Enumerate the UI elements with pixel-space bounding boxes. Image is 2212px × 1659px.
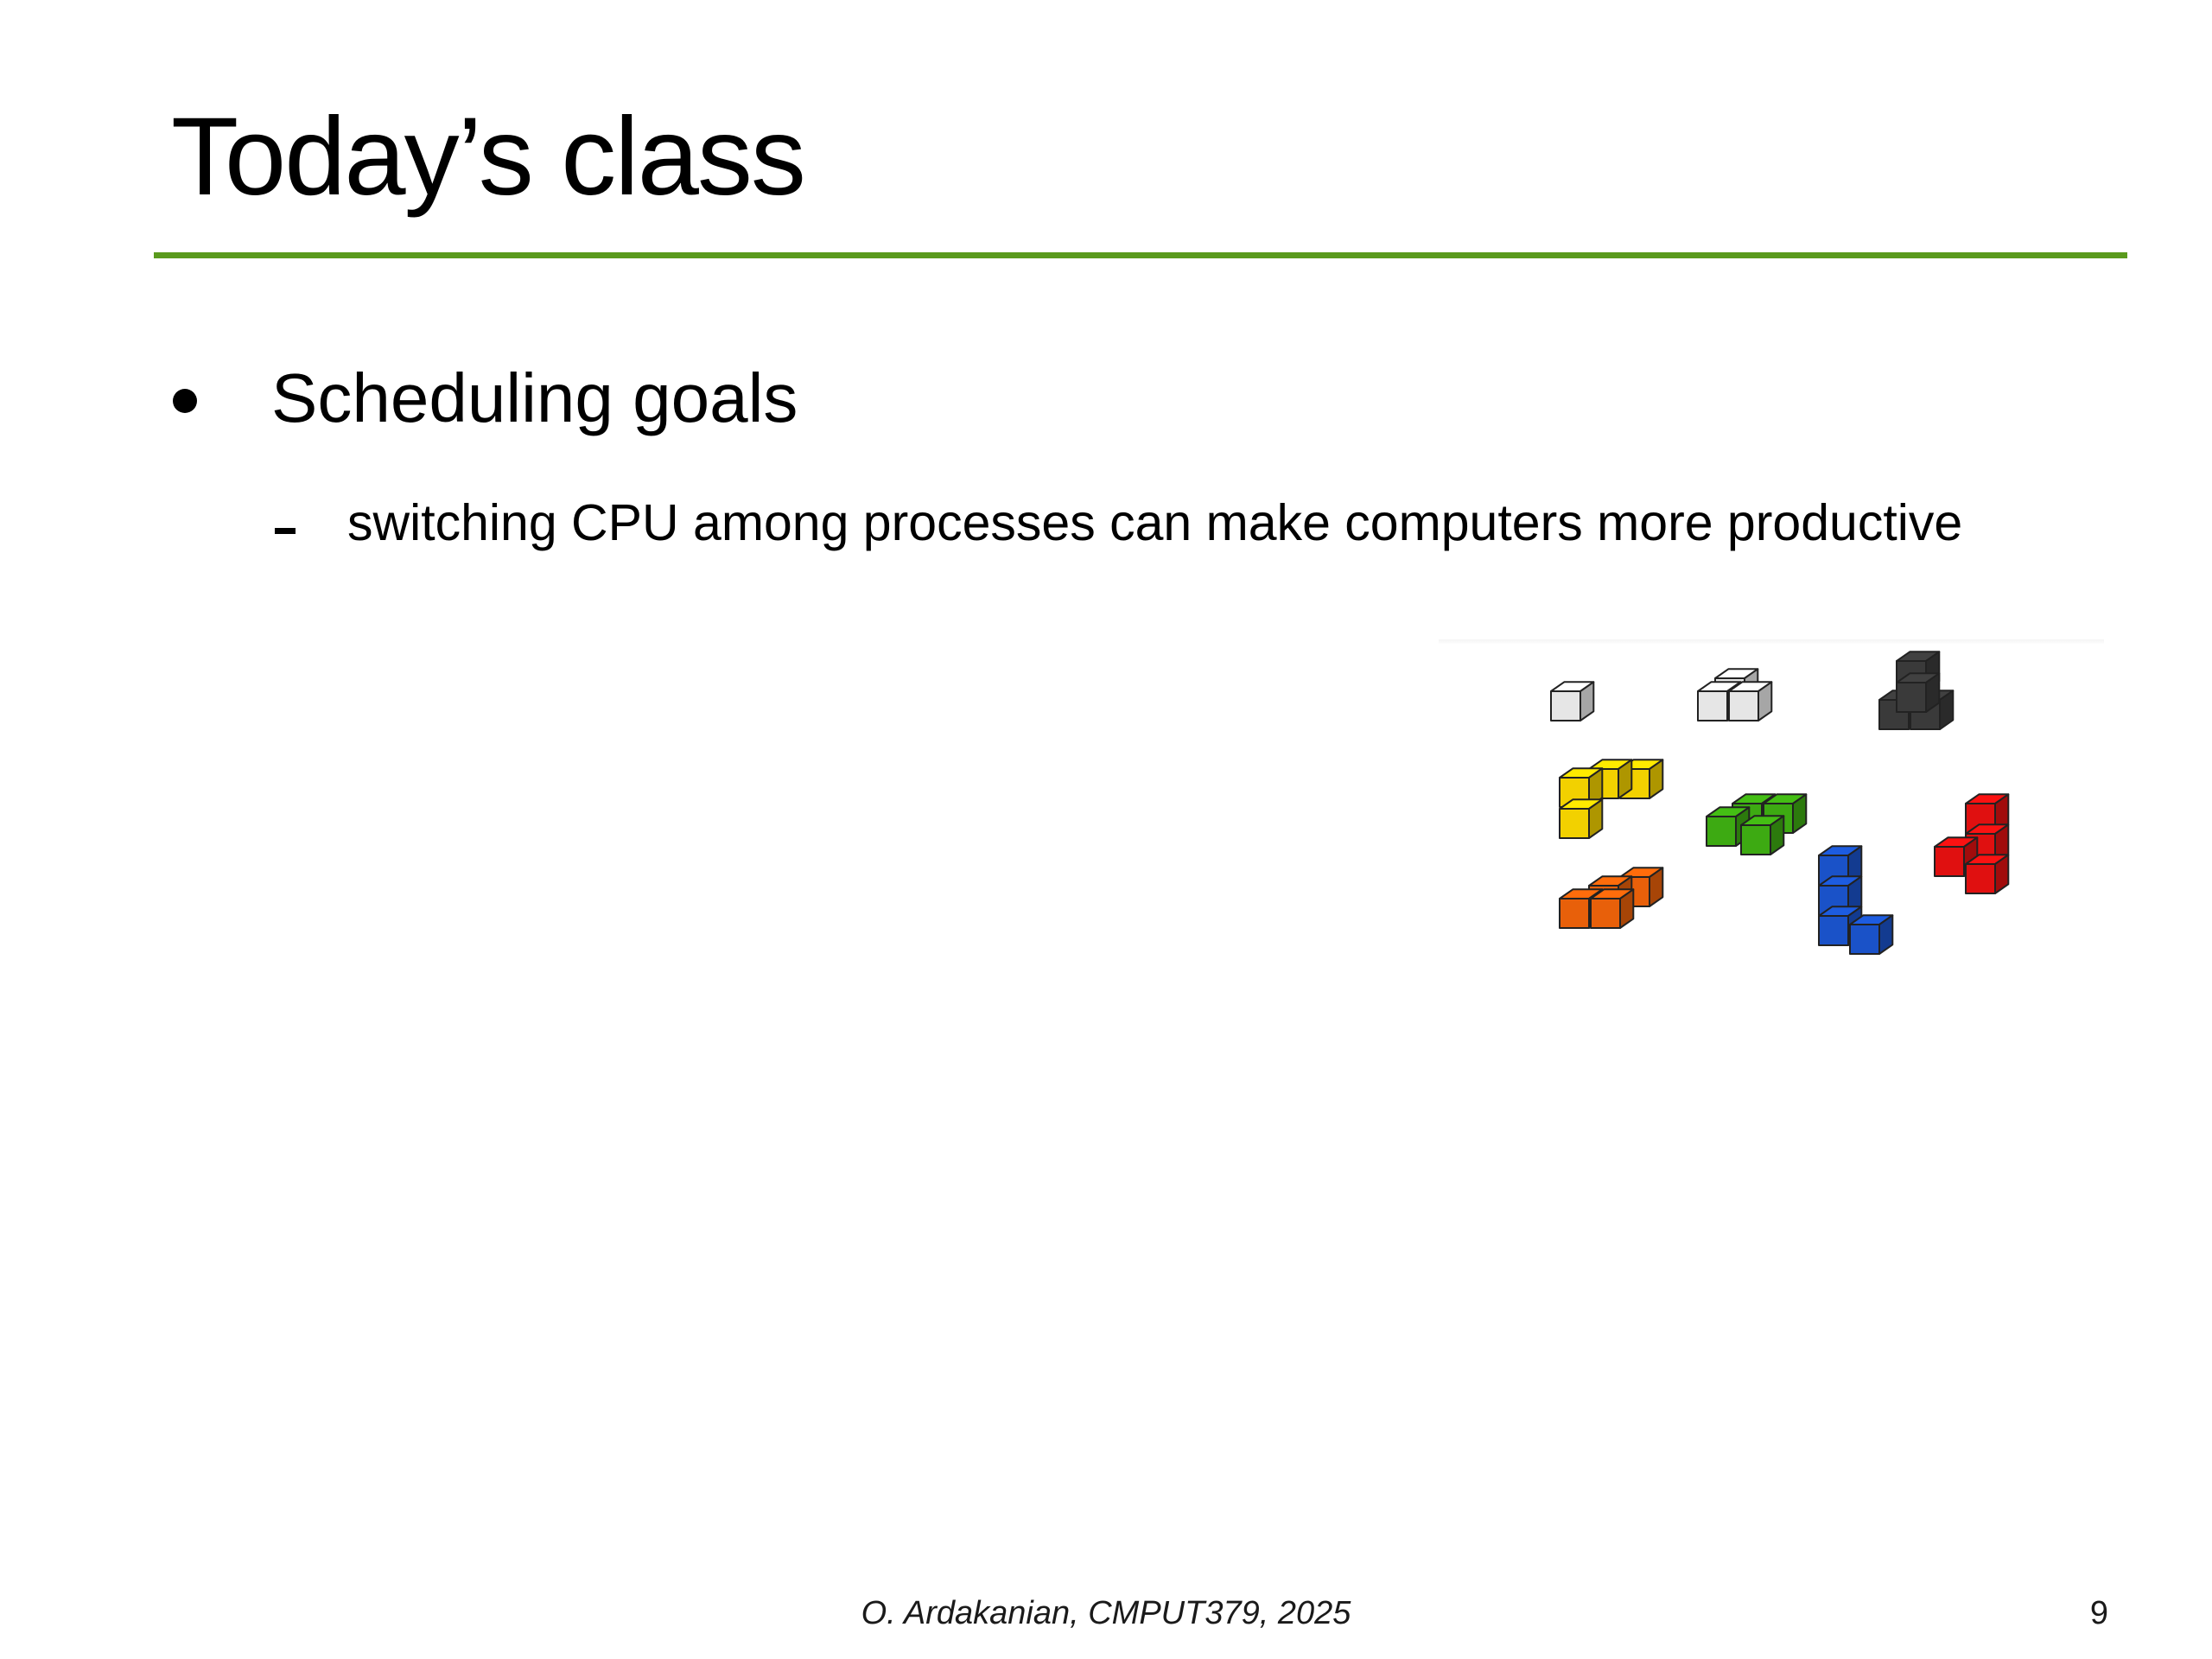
cube-face <box>1740 824 1771 855</box>
sub-bullet-item: switching CPU among processes can make c… <box>275 494 1962 553</box>
cube-face <box>1559 898 1590 929</box>
cube-face <box>1818 915 1849 946</box>
cube-face <box>1550 690 1581 721</box>
cube-face <box>1965 863 1996 894</box>
bullet-icon <box>173 389 197 413</box>
slide-title: Today’s class <box>171 95 806 219</box>
sub-bullet-text: switching CPU among processes can make c… <box>347 494 1963 551</box>
footer-citation: O. Ardakanian, CMPUT379, 2025 <box>861 1595 1351 1631</box>
cube-face <box>1849 924 1880 955</box>
page-number: 9 <box>2089 1595 2108 1631</box>
bullet-item: Scheduling goals <box>173 359 798 438</box>
cube-face <box>1728 690 1759 721</box>
cube-face <box>1590 898 1621 929</box>
cube-face <box>1697 690 1728 721</box>
cube-face <box>1706 816 1737 847</box>
bullet-text: Scheduling goals <box>271 359 798 436</box>
cube-face <box>1934 846 1965 877</box>
dash-icon <box>275 528 296 535</box>
cube-face <box>1559 808 1590 839</box>
title-divider <box>154 252 2127 258</box>
tetris-cubes-image <box>1439 639 2104 955</box>
cube-face <box>1896 682 1927 713</box>
